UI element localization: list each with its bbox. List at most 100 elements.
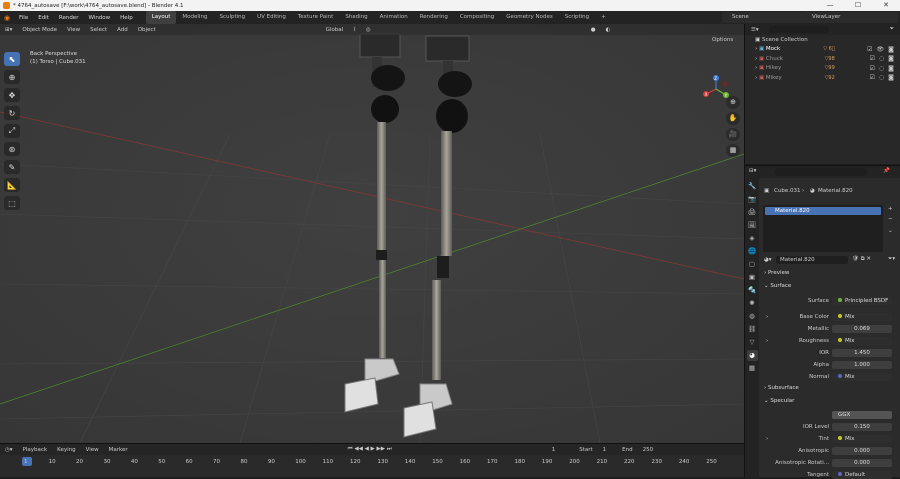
tab-modeling[interactable]: Modeling xyxy=(176,11,213,24)
outliner-row-mikey[interactable]: › ▣ Mikey ▽92 ☑ ◌ ◙ xyxy=(745,73,900,83)
camera-icon[interactable]: ◙ xyxy=(888,46,894,53)
checkbox-icon[interactable]: ☑ xyxy=(870,65,875,72)
tint-field[interactable]: Mix xyxy=(832,434,892,443)
minimize-button[interactable]: — xyxy=(816,0,844,11)
texture-tab-icon[interactable]: ▦ xyxy=(747,363,758,374)
collection-tab-icon[interactable]: ▢ xyxy=(747,259,758,270)
checkbox-icon[interactable]: ☑ xyxy=(867,46,872,53)
anisotropic-field[interactable]: 0.000 xyxy=(832,446,892,455)
tangent-field[interactable]: Default xyxy=(832,470,892,479)
alpha-field[interactable]: 1.000 xyxy=(832,360,892,369)
tab-compositing[interactable]: Compositing xyxy=(454,11,500,24)
end-frame-field[interactable]: 250 xyxy=(638,447,659,453)
menu-window[interactable]: Window xyxy=(83,15,115,21)
tab-scripting[interactable]: Scripting xyxy=(559,11,595,24)
tab-shading[interactable]: Shading xyxy=(339,11,373,24)
preview-panel-header[interactable]: › Preview xyxy=(764,270,789,276)
menu-help[interactable]: Help xyxy=(115,15,138,21)
outliner-search-input[interactable] xyxy=(768,26,829,33)
frame-ruler[interactable]: 1 10 20 30 40 50 60 70 80 90 100 110 120 130 140 150 160… xyxy=(0,459,744,469)
outliner-row-mock[interactable]: › ▣ Mock ▽ 6⃞ ☑ 👁 ◙ xyxy=(745,45,900,55)
proportional-edit-icon[interactable]: ◎ xyxy=(361,27,376,33)
shading-material-icon[interactable]: ◐ xyxy=(601,27,616,33)
menu-marker[interactable]: Marker xyxy=(104,447,133,453)
snap-icon[interactable]: ⌇ xyxy=(348,27,361,33)
subsurface-panel-header[interactable]: › Subsurface xyxy=(764,385,799,391)
object-tab-icon[interactable]: ▣ xyxy=(747,272,758,283)
output-tab-icon[interactable]: 🖨 xyxy=(747,207,758,218)
measure-tool-icon[interactable]: 📐 xyxy=(4,178,20,192)
render-tab-icon[interactable]: 📷 xyxy=(747,194,758,205)
menu-timeline-view[interactable]: View xyxy=(81,447,104,453)
annotate-tool-icon[interactable]: ✎ xyxy=(4,160,20,174)
camera-icon[interactable]: ◙ xyxy=(888,65,894,72)
menu-add[interactable]: Add xyxy=(112,27,133,33)
scale-tool-icon[interactable]: ⤢ xyxy=(4,124,20,138)
cursor-tool-icon[interactable]: ⊕ xyxy=(4,70,20,84)
roughness-field[interactable]: Mix xyxy=(832,336,892,345)
scene-tab-icon[interactable]: ◈ xyxy=(747,233,758,244)
tab-uv-editing[interactable]: UV Editing xyxy=(251,11,292,24)
add-slot-button[interactable]: + xyxy=(888,206,893,212)
filter-icon[interactable]: ⏷ xyxy=(890,26,894,33)
editor-type-icon[interactable]: ⊞▾ xyxy=(0,27,17,33)
checkbox-icon[interactable]: ☑ xyxy=(870,74,875,81)
scene-collection-row[interactable]: ▣ Scene Collection xyxy=(745,35,900,45)
options-dropdown[interactable]: Options xyxy=(712,37,733,43)
menu-view[interactable]: View xyxy=(62,27,85,33)
base-color-field[interactable]: Mix xyxy=(832,312,892,321)
blender-menu-icon[interactable]: ◉ xyxy=(0,14,14,22)
material-name-field[interactable]: Material.820 xyxy=(776,255,848,264)
current-frame-field[interactable]: 1 xyxy=(547,447,561,453)
ior-level-field[interactable]: 0.150 xyxy=(832,422,892,431)
add-workspace-button[interactable]: + xyxy=(595,11,612,24)
node-link-icon[interactable]: ⏷▾ xyxy=(888,256,895,263)
remove-slot-button[interactable]: − xyxy=(888,216,893,222)
normal-field[interactable]: Mix xyxy=(832,372,892,381)
close-button[interactable]: ✕ xyxy=(872,0,900,11)
menu-playback[interactable]: Playback xyxy=(18,447,53,453)
menu-keying[interactable]: Keying xyxy=(52,447,80,453)
metallic-field[interactable]: 0.069 xyxy=(832,324,892,333)
tab-rendering[interactable]: Rendering xyxy=(414,11,454,24)
checkbox-icon[interactable]: ☑ xyxy=(870,55,875,62)
rotate-tool-icon[interactable]: ↻ xyxy=(4,106,20,120)
distribution-dropdown[interactable]: GGX xyxy=(832,410,892,419)
outliner-editor-icon[interactable]: ☰▾ xyxy=(751,27,759,33)
camera-view-icon[interactable]: 🎥 xyxy=(726,128,740,141)
properties-editor-icon[interactable]: ⊟▾ xyxy=(749,168,756,174)
playback-controls[interactable]: ⏮ ◀◀ ◀ ▶ ▶▶ ⏭ xyxy=(343,446,397,453)
eye-closed-icon[interactable]: ◌ xyxy=(879,65,884,72)
timeline-editor[interactable]: ◷▾ Playback Keying View Marker ⏮ ◀◀ ◀ ▶ … xyxy=(0,443,744,477)
data-tab-icon[interactable]: ▽ xyxy=(747,337,758,348)
tab-layout[interactable]: Layout xyxy=(145,11,177,24)
material-slot-item[interactable]: Material.820 xyxy=(765,207,881,215)
transform-orientation[interactable]: Global xyxy=(321,27,349,33)
add-cube-tool-icon[interactable]: ⬚ xyxy=(4,196,20,210)
surface-panel-header[interactable]: ⌄ Surface xyxy=(764,283,791,289)
camera-icon[interactable]: ◙ xyxy=(888,74,894,81)
select-box-tool-icon[interactable]: ⬉ xyxy=(4,52,20,66)
slot-specials-icon[interactable]: ⌄ xyxy=(888,228,893,234)
move-tool-icon[interactable]: ✥ xyxy=(4,88,20,102)
fake-user-icon[interactable]: 🛡 ⧉ ✕ xyxy=(852,256,871,263)
shading-solid-icon[interactable]: ● xyxy=(586,27,601,33)
menu-edit[interactable]: Edit xyxy=(33,15,54,21)
eye-closed-icon[interactable]: ◌ xyxy=(879,74,884,81)
material-slot-list[interactable]: Material.820 xyxy=(763,205,883,252)
tab-sculpting[interactable]: Sculpting xyxy=(213,11,251,24)
transform-tool-icon[interactable]: ⊛ xyxy=(4,142,20,156)
menu-select[interactable]: Select xyxy=(85,27,112,33)
pin-icon[interactable]: 📌 xyxy=(883,168,890,174)
view-layer-tab-icon[interactable]: 🖼 xyxy=(747,220,758,231)
ior-field[interactable]: 1.450 xyxy=(832,348,892,357)
maximize-button[interactable]: ☐ xyxy=(844,0,872,11)
world-tab-icon[interactable]: 🌐 xyxy=(747,246,758,257)
zoom-icon[interactable]: ⊕ xyxy=(726,96,740,109)
eye-closed-icon[interactable]: ◌ xyxy=(879,55,884,62)
physics-tab-icon[interactable]: ◍ xyxy=(747,311,758,322)
outliner-row-chuck[interactable]: › ▣ Chuck ▽98 ☑ ◌ ◙ xyxy=(745,54,900,64)
timeline-editor-type-icon[interactable]: ◷▾ xyxy=(0,447,18,453)
menu-render[interactable]: Render xyxy=(54,15,84,21)
tool-tab-icon[interactable]: 🔧 xyxy=(747,181,758,192)
